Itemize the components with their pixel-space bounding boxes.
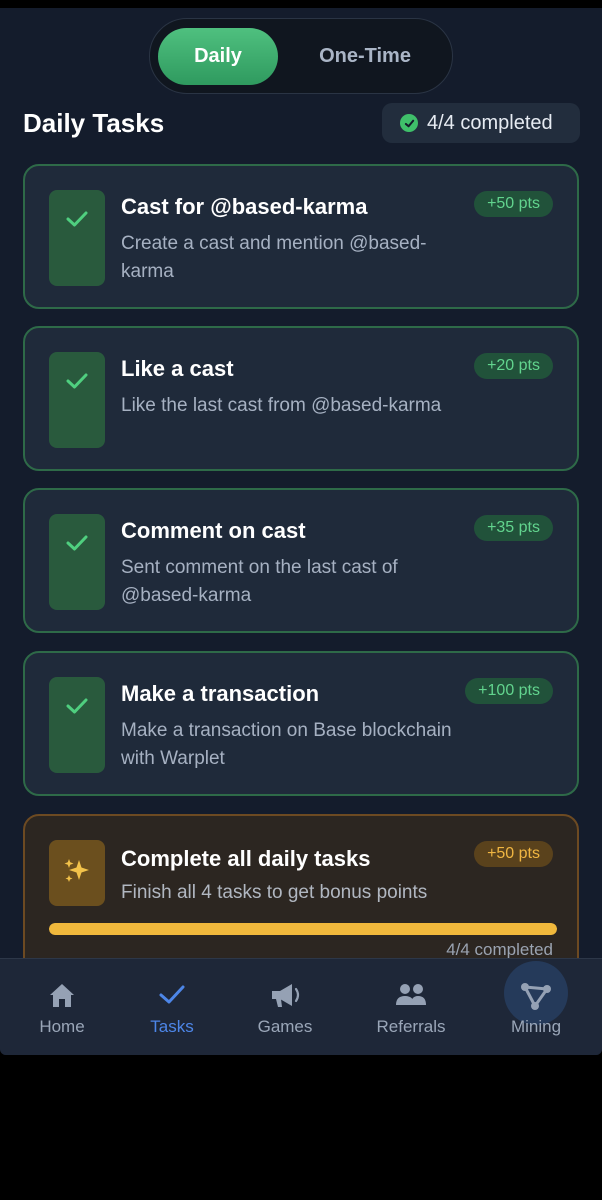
- task-card-like[interactable]: Like a cast Like the last cast from @bas…: [23, 326, 579, 471]
- check-icon: [64, 532, 90, 610]
- bonus-progress-bar: [49, 923, 557, 935]
- check-icon: [64, 695, 90, 773]
- users-icon: [394, 979, 428, 1011]
- task-description: Create a cast and mention @based-karma: [121, 233, 427, 282]
- nav-label: Games: [257, 1017, 313, 1036]
- task-title: Comment on cast: [121, 518, 306, 543]
- check-icon: [157, 979, 187, 1011]
- bottom-navigation: Home Tasks Games Referrals Mining: [0, 958, 602, 1055]
- tab-daily[interactable]: Daily: [158, 28, 278, 85]
- nav-label: Mining: [510, 1017, 562, 1036]
- network-icon: [519, 979, 553, 1011]
- check-circle-icon: [400, 114, 418, 132]
- home-icon: [47, 979, 77, 1011]
- completion-summary-badge: 4/4 completed: [382, 103, 580, 143]
- bonus-description: Finish all 4 tasks to get bonus points: [121, 882, 428, 903]
- bonus-title: Complete all daily tasks: [121, 846, 371, 871]
- task-points-badge: +100 pts: [465, 678, 553, 704]
- task-title: Make a transaction: [121, 681, 320, 706]
- check-icon: [64, 208, 90, 286]
- check-icon: [64, 370, 90, 448]
- task-status-box: [49, 677, 105, 773]
- bonus-points-badge: +50 pts: [474, 841, 553, 867]
- bonus-progress-fill: [49, 923, 557, 935]
- nav-games[interactable]: Games: [245, 959, 325, 1055]
- task-status-box: [49, 190, 105, 286]
- task-status-box: [49, 352, 105, 448]
- task-card-cast[interactable]: Cast for @based-karma Create a cast and …: [23, 164, 579, 309]
- nav-mining[interactable]: Mining: [496, 959, 576, 1055]
- task-points-badge: +35 pts: [474, 515, 553, 541]
- bonus-icon-box: [49, 840, 105, 906]
- nav-label: Home: [39, 1017, 85, 1036]
- page-title: Daily Tasks: [23, 108, 165, 138]
- bonus-progress-label: 4/4 completed: [446, 940, 553, 959]
- nav-label: Referrals: [376, 1017, 446, 1036]
- sparkles-icon: [62, 856, 92, 891]
- tab-one-time[interactable]: One-Time: [290, 28, 440, 85]
- task-description: Sent comment on the last cast of @based-…: [121, 557, 398, 606]
- nav-referrals[interactable]: Referrals: [366, 959, 456, 1055]
- task-status-box: [49, 514, 105, 610]
- task-card-comment[interactable]: Comment on cast Sent comment on the last…: [23, 488, 579, 633]
- task-type-toggle: Daily One-Time: [149, 18, 453, 94]
- task-description: Like the last cast from @based-karma: [121, 395, 442, 416]
- task-title: Like a cast: [121, 356, 234, 381]
- app-screen: Daily One-Time Daily Tasks 4/4 completed…: [0, 8, 602, 1055]
- task-title: Cast for @based-karma: [121, 194, 368, 219]
- megaphone-icon: [268, 979, 302, 1011]
- nav-tasks[interactable]: Tasks: [132, 959, 212, 1055]
- completion-summary-text: 4/4 completed: [427, 111, 553, 134]
- task-card-transaction[interactable]: Make a transaction Make a transaction on…: [23, 651, 579, 796]
- nav-label: Tasks: [150, 1017, 194, 1036]
- task-description: Make a transaction on Base blockchain wi…: [121, 720, 452, 769]
- task-points-badge: +50 pts: [474, 191, 553, 217]
- nav-home[interactable]: Home: [22, 959, 102, 1055]
- task-points-badge: +20 pts: [474, 353, 553, 379]
